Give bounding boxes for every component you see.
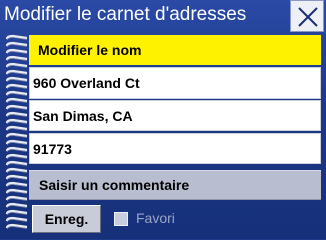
address-city-value: San Dimas, CA (33, 107, 133, 124)
add-comment-label: Saisir un commentaire (39, 177, 190, 193)
address-city-field[interactable]: San Dimas, CA (29, 100, 321, 131)
close-icon (298, 7, 318, 27)
address-street-field[interactable]: 960 Overland Ct (29, 67, 321, 99)
favorite-label: Favori (136, 210, 175, 226)
close-button[interactable] (290, 0, 324, 32)
address-street-value: 960 Overland Ct (33, 75, 140, 91)
address-zip-value: 91773 (33, 140, 72, 157)
save-label: Enreg. (44, 211, 89, 227)
address-zip-field[interactable]: 91773 (29, 133, 321, 164)
favorite-checkbox[interactable] (114, 212, 128, 226)
save-button[interactable]: Enreg. (32, 205, 101, 233)
address-book-edit-screen: Modifier le carnet d'adresses Modifier l… (0, 0, 326, 239)
edit-name-button[interactable]: Modifier le nom (29, 35, 321, 65)
spiral-binding-icon (5, 34, 28, 230)
title-bar: Modifier le carnet d'adresses (0, 0, 326, 32)
add-comment-button[interactable]: Saisir un commentaire (29, 170, 321, 200)
edit-name-label: Modifier le nom (38, 42, 142, 58)
window-title: Modifier le carnet d'adresses (4, 4, 247, 25)
